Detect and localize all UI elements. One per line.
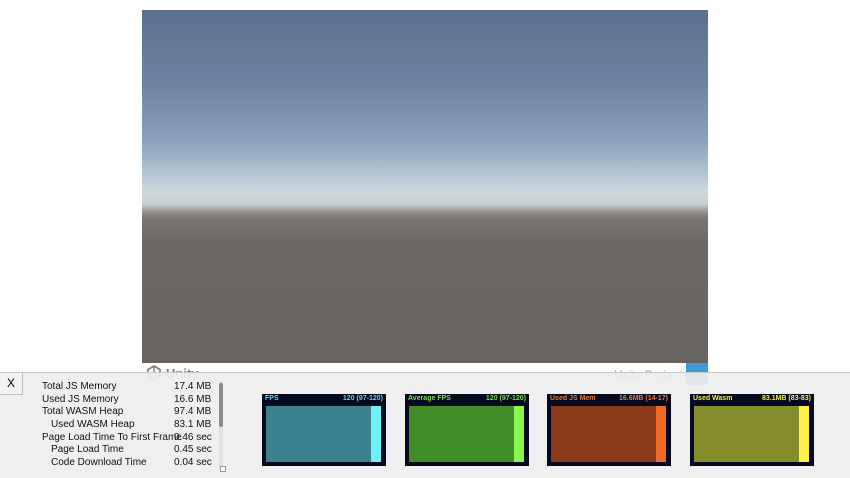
graph-history-fill — [551, 406, 656, 462]
stat-row: Page Load Time 0.45 sec — [42, 444, 214, 457]
stat-row: Used WASM Heap 83.1 MB — [42, 419, 214, 432]
stat-label: Total JS Memory — [42, 381, 117, 392]
stat-value: 0.45 sec — [174, 444, 212, 456]
graph-current-bar — [514, 406, 524, 462]
graph-current-bar — [799, 406, 809, 462]
stat-label: Code Download Time — [51, 457, 147, 469]
perf-graph: Used JS Mem 16.6MB (14-17) — [547, 394, 671, 466]
perf-graph: FPS 120 (97-120) — [262, 394, 386, 466]
stat-row: Total JS Memory 17.4 MB — [42, 381, 214, 394]
perf-graph: Used Wasm 83.1MB (83-83) — [690, 394, 814, 466]
scrollbar-thumb[interactable] — [219, 383, 223, 427]
perf-graph: Average FPS 120 (97-120) — [405, 394, 529, 466]
stat-row: Used JS Memory 16.6 MB — [42, 394, 214, 407]
stat-value: 16.6 MB — [174, 393, 212, 405]
stats-list: Total JS Memory 17.4 MB Used JS Memory 16.6… — [42, 381, 214, 470]
graph-range: 120 (97-120) — [485, 395, 526, 402]
graph-title: Used JS Mem — [550, 395, 596, 402]
stat-value: 0.04 sec — [174, 457, 212, 469]
resize-handle[interactable] — [220, 466, 226, 472]
stat-label: Used JS Memory — [42, 393, 119, 405]
stat-row: Code Download Time 0.04 sec — [42, 457, 214, 470]
graph-history-fill — [694, 406, 799, 462]
stat-value: 0.46 sec — [174, 431, 212, 443]
graph-range: 16.6MB (14-17) — [618, 395, 668, 402]
graph-title: FPS — [265, 395, 279, 402]
graph-history-fill — [266, 406, 371, 462]
stats-overlay: X Total JS Memory 17.4 MB Used JS Memory 16… — [0, 372, 850, 478]
close-button[interactable]: X — [0, 373, 23, 395]
stats-scrollbar[interactable] — [219, 381, 223, 469]
stat-value: 17.4 MB — [174, 381, 212, 392]
stat-label: Used WASM Heap — [51, 419, 135, 431]
graph-history-fill — [409, 406, 514, 462]
graph-current-bar — [656, 406, 666, 462]
unity-webgl-canvas[interactable] — [142, 10, 708, 363]
stat-value: 83.1 MB — [174, 419, 212, 431]
stat-label: Total WASM Heap — [42, 406, 124, 418]
graph-title: Average FPS — [408, 395, 451, 402]
graph-range: 83.1MB (83-83) — [761, 395, 811, 402]
graph-current-bar — [371, 406, 381, 462]
stat-row: Page Load Time To First Frame 0.46 sec — [42, 432, 214, 445]
stat-value: 97.4 MB — [174, 406, 212, 418]
stat-row: Total WASM Heap 97.4 MB — [42, 406, 214, 419]
stat-label: Page Load Time — [51, 444, 124, 456]
graph-range: 120 (97-120) — [342, 395, 383, 402]
graph-title: Used Wasm — [693, 395, 733, 402]
stat-label: Page Load Time To First Frame — [42, 431, 182, 443]
